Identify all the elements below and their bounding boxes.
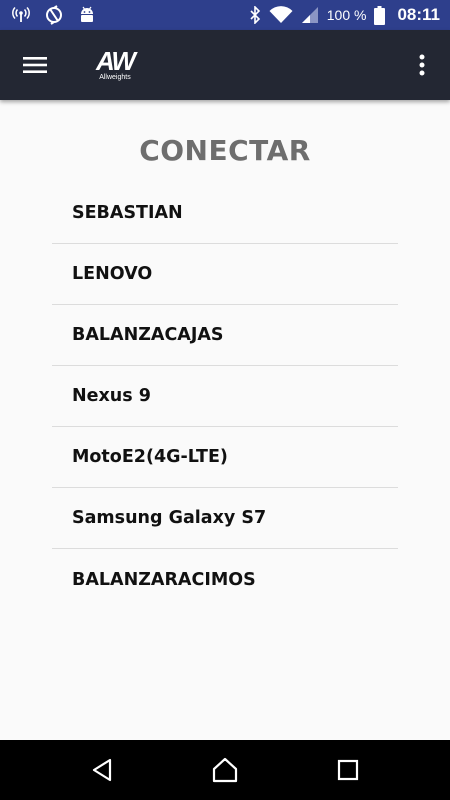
device-item[interactable]: BALANZACAJAS: [52, 305, 398, 366]
device-item[interactable]: SEBASTIAN: [52, 183, 398, 244]
android-icon: [78, 6, 96, 24]
app-logo: AW Allweights: [96, 45, 136, 82]
battery-icon: [374, 5, 386, 25]
device-item[interactable]: Samsung Galaxy S7: [52, 488, 398, 549]
device-item[interactable]: LENOVO: [52, 244, 398, 305]
device-label: Samsung Galaxy S7: [72, 508, 267, 528]
back-icon: [91, 758, 113, 782]
clock: 08:11: [397, 5, 440, 24]
device-label: Nexus 9: [72, 386, 151, 406]
bluetooth-icon: [249, 6, 261, 24]
logo-mark: AW: [96, 45, 136, 76]
logo-subtitle: Allweights: [99, 73, 131, 81]
device-label: BALANZACAJAS: [72, 325, 224, 345]
device-list: SEBASTIAN LENOVO BALANZACAJAS Nexus 9 Mo…: [52, 183, 398, 610]
signal-icon: [301, 6, 319, 24]
hotspot-icon: [12, 6, 30, 24]
device-label: MotoE2(4G-LTE): [72, 447, 228, 467]
hamburger-icon: [23, 56, 47, 74]
status-icons-right: 100 % 08:11: [249, 5, 440, 25]
home-icon: [211, 757, 239, 783]
device-item[interactable]: Nexus 9: [52, 366, 398, 427]
system-nav-bar: [0, 740, 450, 800]
sync-disabled-icon: [44, 5, 64, 25]
menu-button[interactable]: [0, 30, 70, 100]
overflow-menu-button[interactable]: [394, 30, 450, 100]
more-vert-icon: [419, 54, 425, 76]
device-item[interactable]: BALANZARACIMOS: [52, 549, 398, 610]
app-bar: AW Allweights: [0, 30, 450, 100]
page-title: CONECTAR: [139, 134, 311, 167]
device-label: LENOVO: [72, 264, 153, 284]
battery-percent: 100 %: [326, 7, 367, 23]
back-button[interactable]: [72, 740, 132, 800]
recents-button[interactable]: [318, 740, 378, 800]
home-button[interactable]: [195, 740, 255, 800]
status-bar: 100 % 08:11: [0, 0, 450, 30]
status-icons-left: [12, 5, 96, 25]
device-label: BALANZARACIMOS: [72, 569, 256, 590]
device-item[interactable]: MotoE2(4G-LTE): [52, 427, 398, 488]
wifi-icon: [269, 6, 293, 24]
main-content: CONECTAR SEBASTIAN LENOVO BALANZACAJAS N…: [0, 100, 450, 740]
device-label: SEBASTIAN: [72, 203, 183, 223]
recents-icon: [337, 759, 359, 781]
